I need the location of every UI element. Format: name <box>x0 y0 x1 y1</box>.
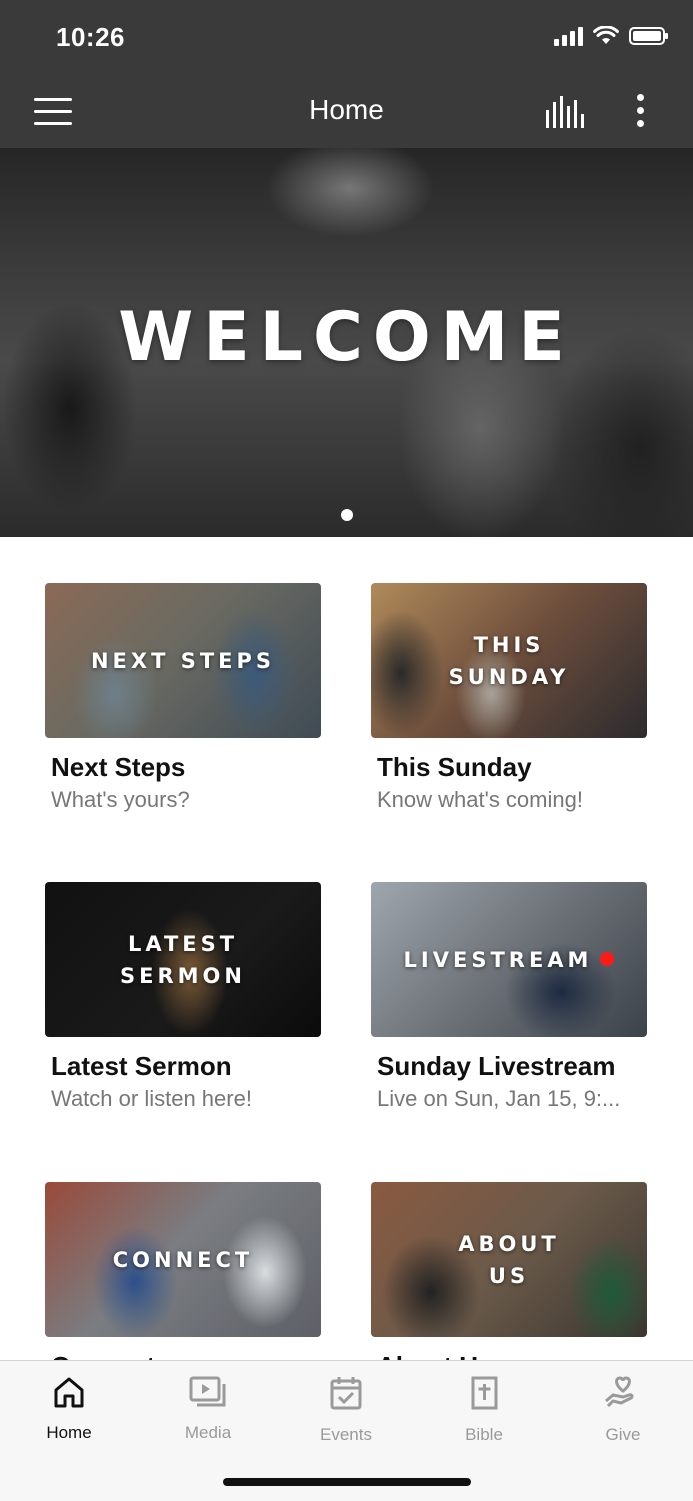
card-thumbnail-text: THIS SUNDAY <box>448 632 570 689</box>
battery-icon <box>629 27 668 45</box>
wifi-icon <box>593 26 619 44</box>
more-options-icon[interactable] <box>634 94 646 130</box>
tab-events[interactable]: Events <box>286 1375 406 1445</box>
page-title: Home <box>309 94 384 125</box>
card-subtitle: Watch or listen here! <box>51 1086 252 1111</box>
card-subtitle: What's yours? <box>51 787 190 812</box>
card-thumbnail-text: CONNECT <box>112 1247 254 1272</box>
card-thumbnail-text: ABOUT US <box>458 1231 560 1288</box>
card-title: Latest Sermon <box>51 1051 232 1081</box>
card-thumbnail: THIS SUNDAY <box>371 583 647 738</box>
top-navigation-bar: Home <box>0 78 693 148</box>
carousel-page-indicator <box>341 509 353 521</box>
status-icons <box>554 26 668 46</box>
tab-media[interactable]: Media <box>148 1375 268 1443</box>
card-title: Sunday Livestream <box>377 1051 616 1081</box>
card-thumbnail-text: LATEST SERMON <box>120 931 246 988</box>
tab-home[interactable]: Home <box>9 1375 129 1443</box>
card-thumbnail: CONNECT <box>45 1182 321 1337</box>
status-time: 10:26 <box>56 22 125 52</box>
card-latest-sermon[interactable]: LATEST SERMON Latest Sermon Watch or lis… <box>45 882 321 1112</box>
card-about-us[interactable]: ABOUT US About Us <box>371 1182 647 1386</box>
calendar-check-icon <box>330 1377 362 1410</box>
home-indicator[interactable] <box>223 1478 471 1486</box>
media-icon <box>189 1376 226 1407</box>
hero-carousel[interactable]: WELCOME <box>0 148 693 537</box>
tab-label: Home <box>46 1423 92 1442</box>
tab-label: Bible <box>465 1425 503 1444</box>
status-bar: 10:26 <box>0 0 693 78</box>
card-subtitle: Live on Sun, Jan 15, 9:... <box>377 1086 621 1111</box>
home-icon <box>54 1377 84 1408</box>
tab-bible[interactable]: Bible <box>424 1375 544 1445</box>
tab-label: Give <box>605 1425 641 1444</box>
tab-give[interactable]: Give <box>563 1375 683 1445</box>
card-this-sunday[interactable]: THIS SUNDAY This Sunday Know what's comi… <box>371 583 647 813</box>
cellular-signal-icon <box>554 26 583 46</box>
card-thumbnail-text: NEXT STEPS <box>90 648 276 673</box>
audio-bars-icon[interactable] <box>546 96 588 128</box>
card-title: This Sunday <box>377 752 532 782</box>
card-thumbnail: LATEST SERMON <box>45 882 321 1037</box>
tab-label: Media <box>184 1423 232 1442</box>
card-thumbnail: NEXT STEPS <box>45 583 321 738</box>
card-thumbnail: ABOUT US <box>371 1182 647 1337</box>
card-thumbnail-text-wrap: LIVESTREAM <box>404 944 615 976</box>
card-thumbnail-text: LIVESTREAM <box>403 947 593 972</box>
card-thumbnail: LIVESTREAM <box>371 882 647 1037</box>
give-icon <box>605 1376 634 1408</box>
card-next-steps[interactable]: NEXT STEPS Next Steps What's yours? <box>45 583 321 813</box>
bible-icon <box>471 1376 498 1410</box>
card-connect[interactable]: CONNECT Connect <box>45 1182 321 1386</box>
live-indicator-icon <box>600 951 615 966</box>
hero-welcome-text: WELCOME <box>118 298 575 377</box>
tab-label: Events <box>320 1425 372 1444</box>
card-sunday-livestream[interactable]: LIVESTREAM Sunday Livestream Live on Sun… <box>371 882 647 1112</box>
card-title: Next Steps <box>51 752 186 782</box>
card-subtitle: Know what's coming! <box>377 787 583 812</box>
